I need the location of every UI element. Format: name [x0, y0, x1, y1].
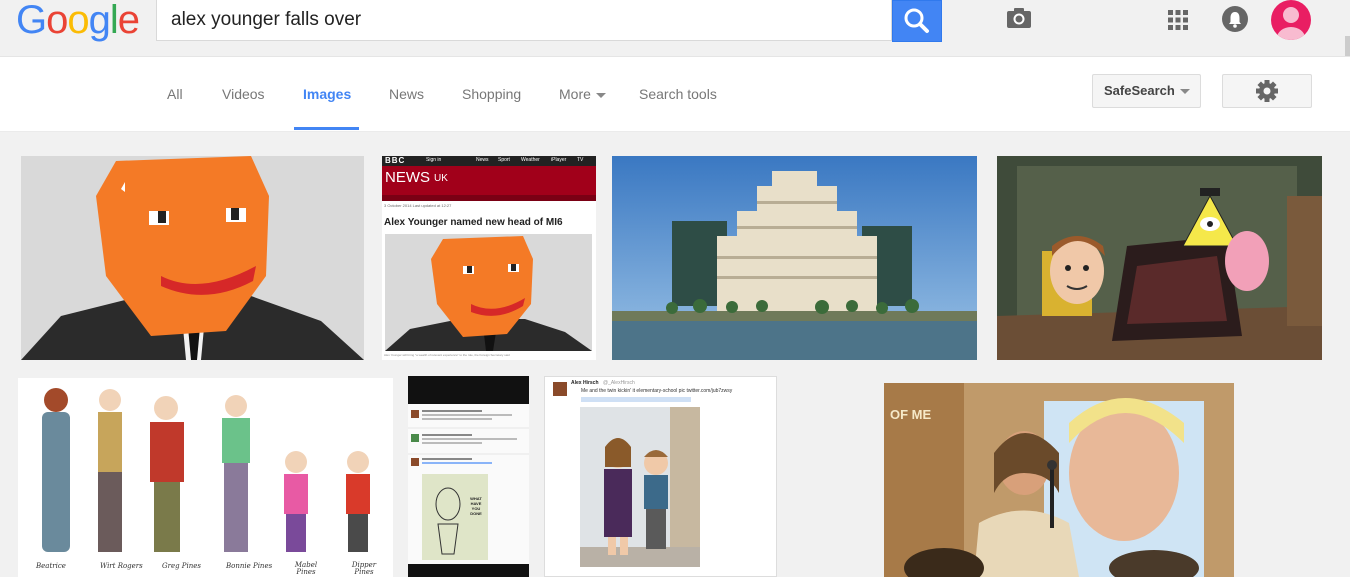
avatar — [553, 382, 567, 396]
tab-videos[interactable]: Videos — [222, 86, 265, 102]
tab-search-tools[interactable]: Search tools — [639, 86, 717, 102]
chevron-down-icon — [595, 92, 606, 98]
image-result[interactable]: WHAT HAVE YOU DONE — [408, 376, 529, 577]
bbc-region: UK — [434, 173, 448, 184]
bbc-nav-link: Sport — [498, 157, 510, 163]
camera-icon[interactable] — [1005, 6, 1033, 30]
bbc-nav-link: Weather — [521, 157, 540, 163]
result-image — [18, 378, 393, 577]
image-result[interactable]: OF ME — [884, 383, 1234, 577]
bbc-nav-link: TV — [577, 157, 584, 163]
image-result[interactable] — [997, 156, 1322, 360]
bbc-news-banner: NEWS UK — [382, 166, 596, 195]
safesearch-button[interactable]: SafeSearch — [1092, 74, 1201, 108]
bbc-article-image — [385, 234, 592, 351]
tab-more-label: More — [559, 86, 591, 102]
bbc-nav-link: News — [476, 157, 489, 163]
tweet-author: Alex Hirsch — [571, 380, 599, 386]
bbc-nav-link: iPlayer — [551, 157, 567, 163]
logo-letter: G — [16, 0, 47, 42]
safesearch-label: SafeSearch — [1104, 83, 1175, 98]
logo-letter: e — [117, 0, 140, 42]
character-label: Bonnie Pines — [226, 562, 273, 570]
image-top-bar — [408, 376, 529, 404]
image-result[interactable] — [21, 156, 364, 360]
bbc-section-title: NEWS — [385, 169, 430, 186]
image-result[interactable]: Alex Hirsch @_AlexHirsch Me and the twin… — [544, 376, 777, 577]
search-box — [156, 0, 1031, 41]
tab-shopping[interactable]: Shopping — [462, 86, 521, 102]
bbc-headline: Alex Younger named new head of MI6 — [384, 217, 563, 228]
avatar[interactable] — [1271, 0, 1311, 40]
apps-grid-icon[interactable] — [1168, 10, 1188, 30]
chevron-down-icon — [1179, 89, 1190, 95]
result-image — [884, 383, 1234, 577]
character-label: Dipper Pines — [351, 561, 377, 576]
tweet-text: Me and the twin kickin' it elementary-sc… — [581, 388, 733, 394]
bbc-date: 3 October 2014 Last updated at 12:27 — [384, 203, 452, 208]
character-label: Mabel Pines — [294, 561, 318, 576]
result-image — [21, 156, 364, 360]
logo-letter: l — [109, 0, 119, 42]
logo-letter: o — [46, 0, 68, 42]
notifications-bell-icon[interactable] — [1222, 6, 1248, 32]
character-label: Beatrice — [36, 562, 66, 570]
photo-banner-text: OF ME — [890, 407, 932, 422]
scrollbar[interactable] — [1345, 36, 1350, 56]
logo-letter: o — [67, 0, 89, 42]
search-input[interactable] — [169, 5, 833, 35]
result-image — [997, 156, 1322, 360]
result-image — [580, 407, 700, 567]
image-result[interactable]: BBC Sign in News Sport Weather iPlayer T… — [382, 156, 596, 360]
active-tab-indicator — [294, 127, 359, 130]
result-image — [408, 404, 529, 564]
character-label: Wirt Rogers — [100, 562, 143, 570]
character-label: Greg Pines — [162, 562, 201, 570]
top-bar: Google — [0, 0, 1350, 57]
tweet-handle: @_AlexHirsch — [603, 380, 635, 386]
search-button[interactable] — [892, 0, 942, 42]
tab-more[interactable]: More — [559, 86, 606, 102]
result-image — [612, 156, 977, 360]
search-tabs-bar: All Videos Images News Shopping More Sea… — [0, 57, 1350, 132]
image-result[interactable]: Beatrice Wirt Rogers Greg Pines Bonnie P… — [18, 378, 393, 577]
bbc-nav-link: Sign in — [426, 157, 442, 163]
tab-news[interactable]: News — [389, 86, 424, 102]
gear-icon — [1256, 80, 1278, 102]
sketch-caption: WHAT HAVE YOU DONE — [470, 496, 482, 516]
image-results-grid: BBC Sign in News Sport Weather iPlayer T… — [0, 132, 1350, 577]
bbc-subnav — [382, 195, 596, 201]
google-logo[interactable]: Google — [16, 0, 140, 42]
settings-button[interactable] — [1222, 74, 1312, 108]
tweet-actions — [581, 397, 691, 402]
tab-images[interactable]: Images — [303, 86, 351, 102]
image-bottom-bar — [408, 564, 529, 577]
image-result[interactable] — [612, 156, 977, 360]
bbc-top-nav: BBC Sign in News Sport Weather iPlayer T… — [382, 156, 596, 166]
search-icon — [904, 8, 929, 33]
bbc-caption: Alex Younger will bring "a wealth of rel… — [384, 353, 510, 357]
bbc-logo: BBC — [385, 156, 406, 165]
logo-letter: g — [88, 0, 111, 42]
tab-all[interactable]: All — [167, 86, 183, 102]
